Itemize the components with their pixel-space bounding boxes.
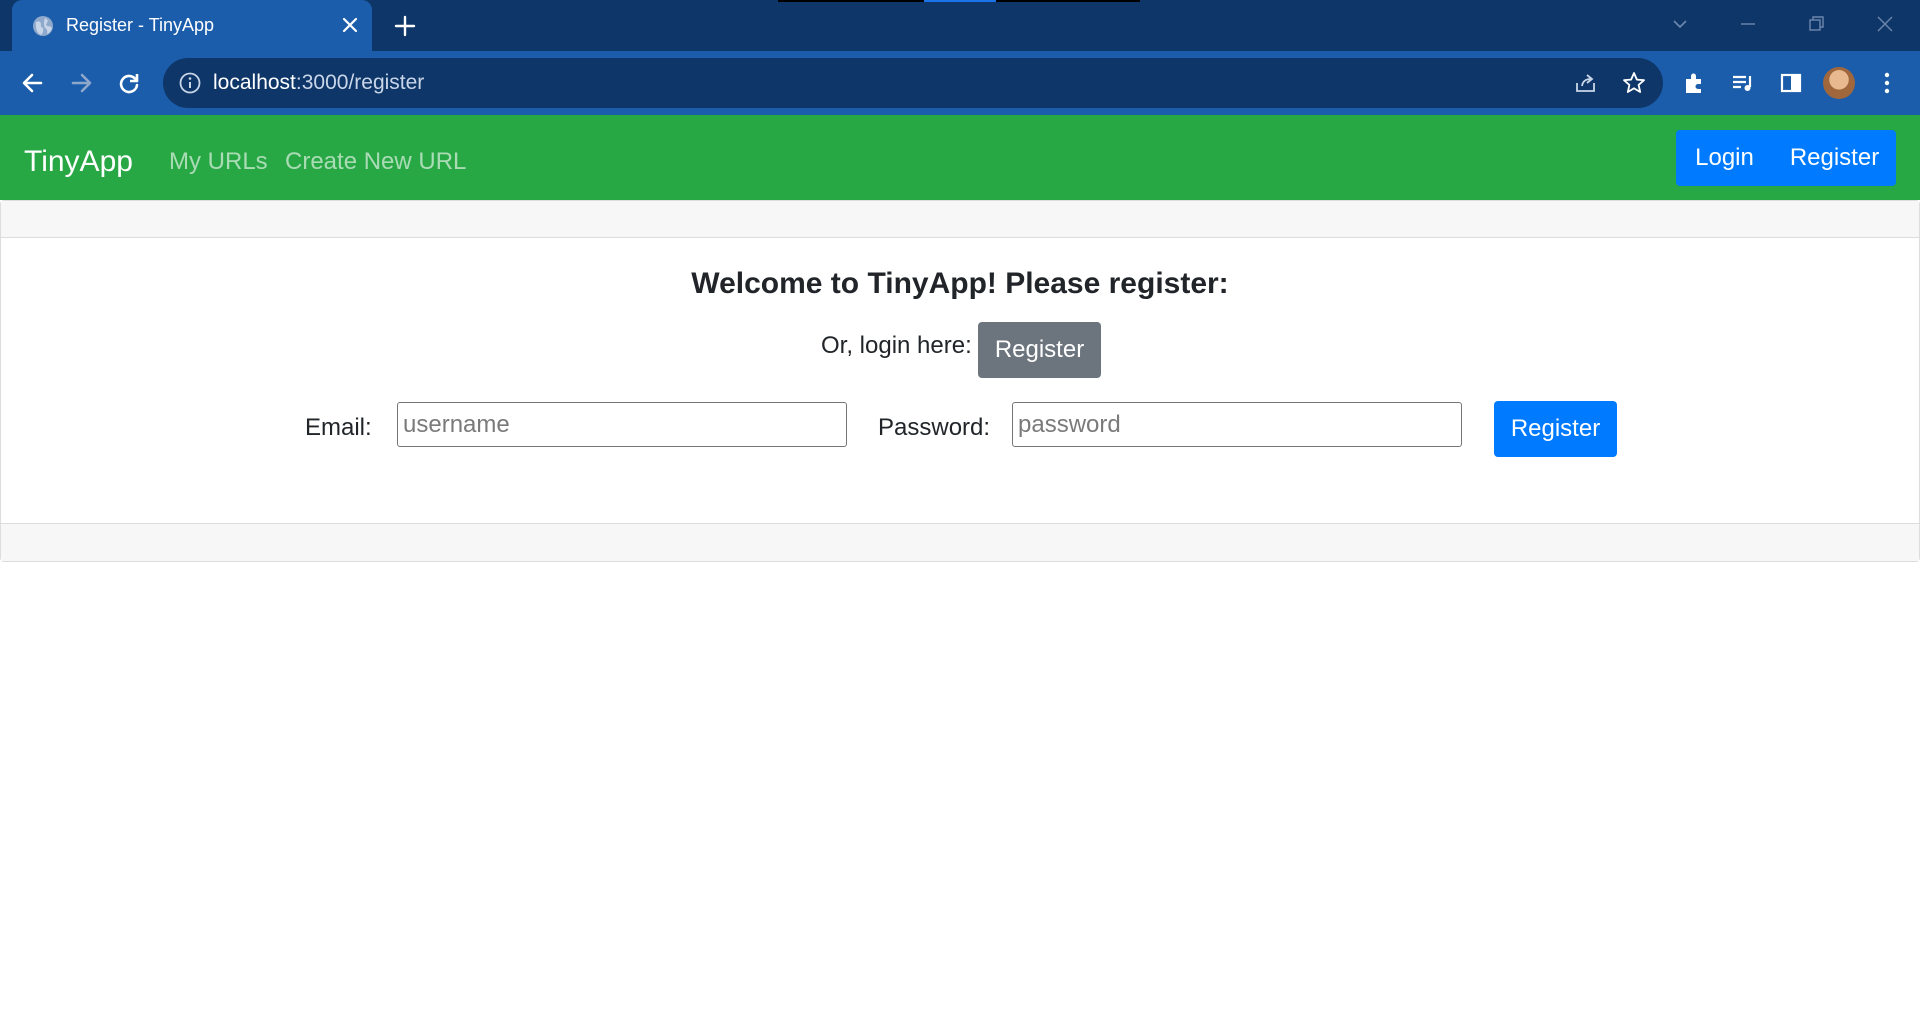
media-queue-icon[interactable] <box>1729 69 1757 97</box>
tab-title: Register - TinyApp <box>66 15 215 35</box>
star-icon[interactable] <box>1620 69 1648 97</box>
close-icon[interactable] <box>338 13 362 37</box>
url-host: localhost <box>213 71 296 94</box>
url-path: :3000/register <box>295 71 425 94</box>
card-footer <box>1 523 1919 561</box>
brand-link[interactable]: TinyApp <box>24 145 133 179</box>
reload-icon[interactable] <box>115 69 143 97</box>
share-icon[interactable] <box>1572 69 1600 97</box>
close-window-icon[interactable] <box>1871 10 1899 38</box>
page-title: Welcome to TinyApp! Please register: <box>691 267 1229 300</box>
login-button[interactable]: Login <box>1676 130 1773 186</box>
email-label: Email: <box>305 414 372 441</box>
card-header <box>1 201 1919 238</box>
plus-icon[interactable] <box>392 13 418 39</box>
nav-link-my-urls[interactable]: My URLs <box>169 148 268 176</box>
chevron-down-icon[interactable] <box>1666 10 1694 38</box>
browser-tab-strip: Register - TinyApp <box>0 0 1920 51</box>
puzzle-icon[interactable] <box>1681 69 1709 97</box>
browser-tab-active[interactable]: Register - TinyApp <box>12 0 372 51</box>
tab-strip-indicator <box>778 0 924 2</box>
minimize-icon[interactable] <box>1734 10 1762 38</box>
tab-strip-indicator-active <box>924 0 996 2</box>
app-navbar: TinyApp My URLs Create New URL Login Reg… <box>0 115 1920 200</box>
kebab-menu-icon[interactable] <box>1873 69 1901 97</box>
password-label: Password: <box>878 414 991 441</box>
browser-toolbar: localhost:3000/register <box>0 51 1920 115</box>
register-nav-button[interactable]: Register <box>1773 130 1896 186</box>
register-card: Welcome to TinyApp! Please register: Or,… <box>0 200 1920 562</box>
login-prompt: Or, login here: <box>821 332 972 359</box>
email-field[interactable] <box>397 402 847 447</box>
page-viewport: TinyApp My URLs Create New URL Login Reg… <box>0 115 1920 1020</box>
register-submit-button[interactable]: Register <box>1494 401 1617 457</box>
login-link-button[interactable]: Register <box>978 322 1101 378</box>
tab-strip-indicator <box>996 0 1140 2</box>
info-icon[interactable] <box>177 70 203 96</box>
url-text[interactable]: localhost:3000/register <box>213 71 424 95</box>
nav-link-create-new-url[interactable]: Create New URL <box>285 148 466 176</box>
restore-icon[interactable] <box>1802 10 1830 38</box>
password-field[interactable] <box>1012 402 1462 447</box>
avatar[interactable] <box>1823 67 1855 99</box>
arrow-right-icon[interactable] <box>67 69 95 97</box>
globe-icon <box>33 16 53 36</box>
arrow-left-icon[interactable] <box>19 69 47 97</box>
address-bar[interactable]: localhost:3000/register <box>163 58 1663 108</box>
side-panel-icon[interactable] <box>1777 69 1805 97</box>
